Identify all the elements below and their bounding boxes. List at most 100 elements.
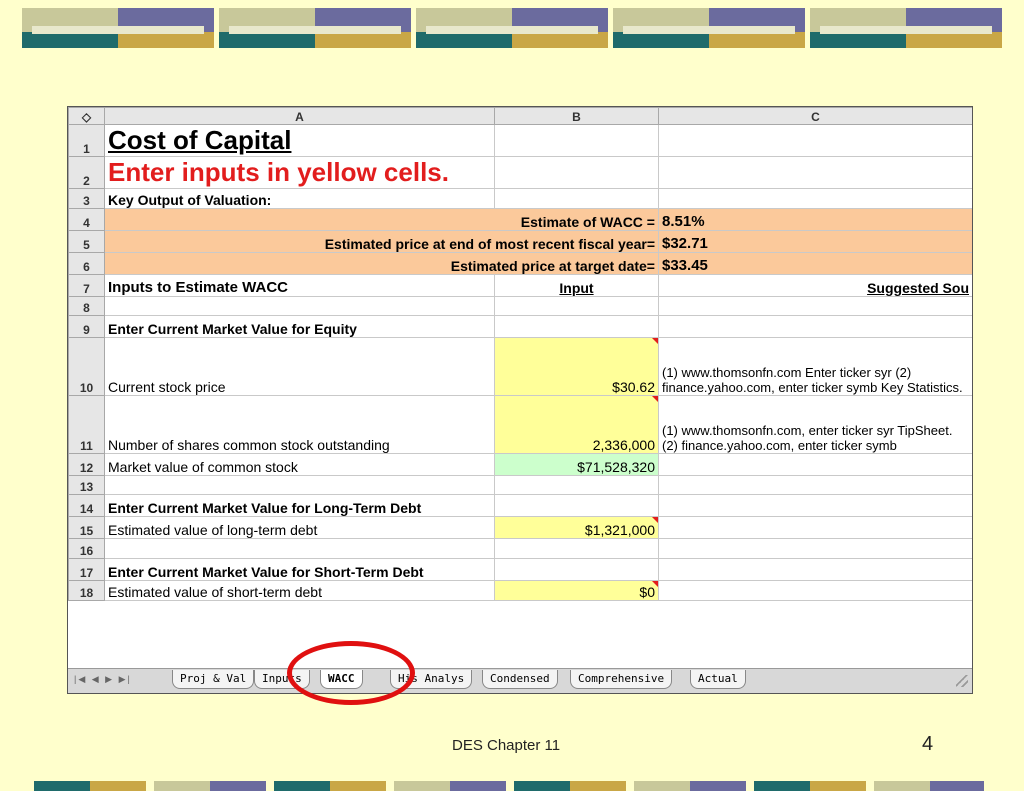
cell-b12-output[interactable]: $71,528,320: [494, 453, 659, 476]
row-header[interactable]: 10: [68, 337, 105, 396]
cell-c9[interactable]: [658, 315, 972, 338]
cell-b7[interactable]: Input: [494, 274, 659, 297]
row-header[interactable]: 11: [68, 395, 105, 454]
cell-b14[interactable]: [494, 494, 659, 517]
sheet-tab-condensed[interactable]: Condensed: [482, 670, 558, 689]
cell-a18[interactable]: Estimated value of short-term debt: [104, 580, 495, 601]
cell-a12[interactable]: Market value of common stock: [104, 453, 495, 476]
cell-b9[interactable]: [494, 315, 659, 338]
cell-c1[interactable]: [658, 124, 972, 157]
resize-grip-icon[interactable]: [956, 675, 968, 687]
table-row: 14 Enter Current Market Value for Long-T…: [68, 494, 972, 517]
row-header[interactable]: 15: [68, 516, 105, 539]
page-number: 4: [922, 733, 934, 755]
table-row: 4 Estimate of WACC = 8.51%: [68, 208, 972, 231]
table-row: 8: [68, 296, 972, 316]
cell-a3[interactable]: Key Output of Valuation:: [104, 188, 495, 209]
cell-c8[interactable]: [658, 296, 972, 316]
table-row: 10 Current stock price $30.62 (1) www.th…: [68, 337, 972, 396]
cell-c3[interactable]: [658, 188, 972, 209]
cell-c11-source[interactable]: (1) www.thomsonfn.com, enter ticker syr …: [658, 395, 972, 454]
highlight-circle: [287, 641, 415, 705]
cell-c4-wacc-value[interactable]: 8.51%: [658, 208, 972, 231]
row-header[interactable]: 12: [68, 453, 105, 476]
cell-b10-input[interactable]: $30.62: [494, 337, 659, 396]
cell-c17[interactable]: [658, 558, 972, 581]
row-header[interactable]: 1: [68, 124, 105, 157]
cell-a17[interactable]: Enter Current Market Value for Short-Ter…: [104, 558, 495, 581]
table-row: 18 Estimated value of short-term debt $0: [68, 580, 972, 601]
cell-a9[interactable]: Enter Current Market Value for Equity: [104, 315, 495, 338]
cell-a1[interactable]: Cost of Capital: [104, 124, 495, 157]
cell-c15[interactable]: [658, 516, 972, 539]
spreadsheet-window: ◇ A B C 1 Cost of Capital 2 Enter inputs…: [67, 106, 973, 694]
column-header-b[interactable]: B: [494, 107, 659, 125]
cell-a15[interactable]: Estimated value of long-term debt: [104, 516, 495, 539]
table-row: 17 Enter Current Market Value for Short-…: [68, 558, 972, 581]
footer-decoration: [34, 781, 984, 791]
cell-c12[interactable]: [658, 453, 972, 476]
cell-a4-wacc-label[interactable]: Estimate of WACC =: [104, 208, 659, 231]
spreadsheet-grid: ◇ A B C 1 Cost of Capital 2 Enter inputs…: [68, 107, 972, 601]
cell-b16[interactable]: [494, 538, 659, 559]
row-header[interactable]: 17: [68, 558, 105, 581]
cell-a7[interactable]: Inputs to Estimate WACC: [104, 274, 495, 297]
table-row: 7 Inputs to Estimate WACC Input Suggeste…: [68, 274, 972, 297]
table-row: 11 Number of shares common stock outstan…: [68, 395, 972, 454]
cell-c5-price-value[interactable]: $32.71: [658, 230, 972, 253]
cell-a16[interactable]: [104, 538, 495, 559]
row-header[interactable]: 2: [68, 156, 105, 189]
cell-b1[interactable]: [494, 124, 659, 157]
cell-b11-input[interactable]: 2,336,000: [494, 395, 659, 454]
cell-c2[interactable]: [658, 156, 972, 189]
cell-c18[interactable]: [658, 580, 972, 601]
sheet-tab-bar: |◀ ◀ ▶ ▶| Proj & Val Inputs WACC His Ana…: [68, 668, 972, 693]
sheet-tab-comprehensive[interactable]: Comprehensive: [570, 670, 673, 689]
row-header[interactable]: 3: [68, 188, 105, 209]
row-header[interactable]: 7: [68, 274, 105, 297]
table-row: 3 Key Output of Valuation:: [68, 188, 972, 209]
row-header[interactable]: 13: [68, 475, 105, 495]
cell-b3[interactable]: [494, 188, 659, 209]
sheet-tab-proj-val[interactable]: Proj & Val: [172, 670, 255, 689]
row-header[interactable]: 9: [68, 315, 105, 338]
cell-b8[interactable]: [494, 296, 659, 316]
row-header[interactable]: 16: [68, 538, 105, 559]
row-header[interactable]: 6: [68, 252, 105, 275]
row-header[interactable]: 14: [68, 494, 105, 517]
cell-a11[interactable]: Number of shares common stock outstandin…: [104, 395, 495, 454]
column-header-row: ◇ A B C: [68, 107, 972, 125]
cell-c10-source[interactable]: (1) www.thomsonfn.com Enter ticker syr (…: [658, 337, 972, 396]
cell-c13[interactable]: [658, 475, 972, 495]
cell-b2[interactable]: [494, 156, 659, 189]
row-header[interactable]: 5: [68, 230, 105, 253]
cell-a5-price-label[interactable]: Estimated price at end of most recent fi…: [104, 230, 659, 253]
cell-a6-target-label[interactable]: Estimated price at target date=: [104, 252, 659, 275]
row-header[interactable]: 4: [68, 208, 105, 231]
cell-a14[interactable]: Enter Current Market Value for Long-Term…: [104, 494, 495, 517]
cell-b13[interactable]: [494, 475, 659, 495]
cell-c6-target-value[interactable]: $33.45: [658, 252, 972, 275]
table-row: 5 Estimated price at end of most recent …: [68, 230, 972, 253]
cell-c16[interactable]: [658, 538, 972, 559]
cell-a10[interactable]: Current stock price: [104, 337, 495, 396]
cell-b18-input[interactable]: $0: [494, 580, 659, 601]
table-row: 12 Market value of common stock $71,528,…: [68, 453, 972, 476]
table-row: 13: [68, 475, 972, 495]
row-header[interactable]: 18: [68, 580, 105, 601]
table-row: 1 Cost of Capital: [68, 124, 972, 157]
cell-a8[interactable]: [104, 296, 495, 316]
cell-b17[interactable]: [494, 558, 659, 581]
cell-c7[interactable]: Suggested Sou: [658, 274, 972, 297]
cell-a13[interactable]: [104, 475, 495, 495]
column-header-a[interactable]: A: [104, 107, 495, 125]
select-all-corner[interactable]: ◇: [68, 107, 105, 125]
cell-b15-input[interactable]: $1,321,000: [494, 516, 659, 539]
tab-nav-arrows-icon[interactable]: |◀ ◀ ▶ ▶|: [74, 674, 132, 685]
column-header-c[interactable]: C: [658, 107, 972, 125]
table-row: 2 Enter inputs in yellow cells.: [68, 156, 972, 189]
cell-a2[interactable]: Enter inputs in yellow cells.: [104, 156, 495, 189]
row-header[interactable]: 8: [68, 296, 105, 316]
sheet-tab-actual[interactable]: Actual: [690, 670, 746, 689]
cell-c14[interactable]: [658, 494, 972, 517]
